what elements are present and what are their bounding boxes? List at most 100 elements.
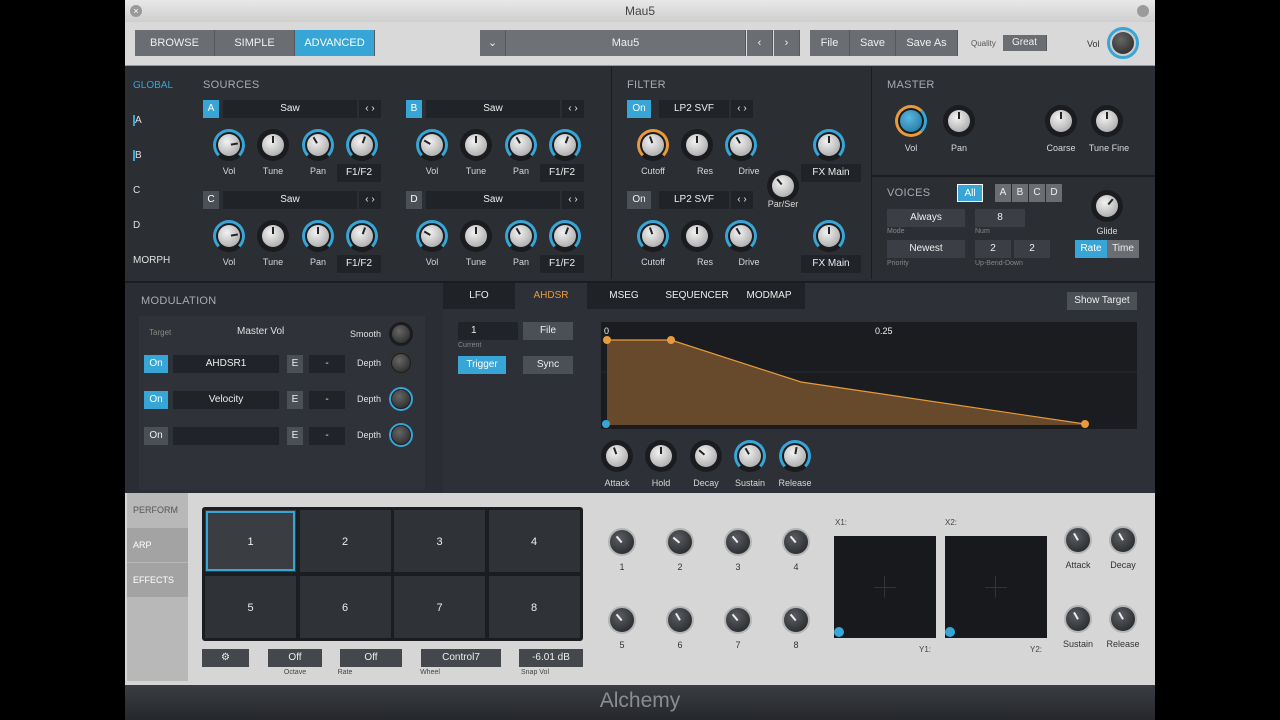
filter-knob[interactable]: [681, 220, 713, 252]
close-icon[interactable]: ×: [130, 5, 142, 17]
filter-on-button[interactable]: On: [627, 191, 651, 209]
coarse-knob[interactable]: [1045, 105, 1077, 137]
mod-depth-knob[interactable]: [389, 387, 413, 411]
current-select[interactable]: 1: [458, 322, 518, 340]
source-knob[interactable]: [257, 129, 289, 161]
source-knob[interactable]: [302, 220, 334, 252]
mode-select[interactable]: Always: [887, 209, 965, 227]
source-knob[interactable]: [460, 220, 492, 252]
source-wave-select[interactable]: Saw: [223, 191, 357, 209]
macro-knob-3[interactable]: [724, 528, 752, 556]
filter-route-select[interactable]: F1/F2: [540, 255, 584, 273]
voices-b-button[interactable]: B: [1012, 184, 1028, 202]
target-value[interactable]: Master Vol: [237, 326, 284, 337]
save-as-button[interactable]: Save As: [896, 30, 958, 56]
filter-route-select[interactable]: F1/F2: [337, 255, 381, 273]
num-select[interactable]: 8: [975, 209, 1025, 227]
source-knob[interactable]: [346, 220, 378, 252]
show-target-button[interactable]: Show Target: [1067, 292, 1137, 310]
sidebar-item-morph[interactable]: MORPH: [133, 255, 170, 266]
source-c-toggle[interactable]: C: [203, 191, 219, 209]
wheel-select[interactable]: Control7: [421, 649, 501, 667]
tab-perform[interactable]: PERFORM: [133, 505, 178, 515]
par-ser-knob[interactable]: [767, 170, 799, 202]
pad-settings-button[interactable]: ⚙: [202, 649, 249, 667]
mod-source-select[interactable]: [173, 427, 279, 445]
macro-knob-6[interactable]: [666, 606, 694, 634]
pad-8[interactable]: 8: [487, 575, 581, 639]
pad-6[interactable]: 6: [298, 575, 392, 639]
source-wave-arrows[interactable]: ‹ ›: [562, 100, 584, 118]
env-knob-hold[interactable]: [645, 440, 677, 472]
sidebar-item-d[interactable]: D: [133, 220, 140, 231]
env-knob-decay[interactable]: [690, 440, 722, 472]
mod-source-select[interactable]: AHDSR1: [173, 355, 279, 373]
xy-point-2[interactable]: [945, 627, 955, 637]
source-knob[interactable]: [213, 220, 245, 252]
filter-route-select[interactable]: F1/F2: [337, 164, 381, 182]
source-wave-select[interactable]: Saw: [426, 100, 560, 118]
macro-knob-4[interactable]: [782, 528, 810, 556]
fx-send-knob[interactable]: [813, 129, 845, 161]
voices-d-button[interactable]: D: [1046, 184, 1062, 202]
source-wave-arrows[interactable]: ‹ ›: [359, 191, 381, 209]
save-button[interactable]: Save: [850, 30, 896, 56]
preset-menu-button[interactable]: ⌄: [480, 30, 506, 56]
filter-type-select[interactable]: LP2 SVF: [659, 100, 729, 118]
tab-effects[interactable]: EFFECTS: [127, 563, 188, 597]
xy-env-knob[interactable]: [1064, 605, 1092, 633]
pad-4[interactable]: 4: [487, 509, 581, 573]
xy-env-knob[interactable]: [1109, 605, 1137, 633]
browse-button[interactable]: BROWSE: [135, 30, 215, 56]
pad-2[interactable]: 2: [298, 509, 392, 573]
mod-on-button[interactable]: On: [144, 391, 168, 409]
source-wave-select[interactable]: Saw: [223, 100, 357, 118]
source-knob[interactable]: [213, 129, 245, 161]
sidebar-item-global[interactable]: GLOBAL: [133, 80, 173, 91]
filter-knob[interactable]: [725, 129, 757, 161]
mod-e-button[interactable]: E: [287, 355, 303, 373]
rate-select[interactable]: Off: [340, 649, 402, 667]
sync-button[interactable]: Sync: [523, 356, 573, 374]
smooth-knob[interactable]: [389, 322, 413, 346]
filter-knob[interactable]: [637, 129, 669, 161]
tab-mseg[interactable]: MSEG: [587, 283, 661, 309]
bend-up-select[interactable]: 2: [975, 240, 1011, 258]
filter-knob[interactable]: [637, 220, 669, 252]
tab-ahdsr[interactable]: AHDSR: [515, 283, 587, 309]
xy-env-knob[interactable]: [1109, 526, 1137, 554]
xy-pad-2[interactable]: [945, 536, 1047, 638]
filter-type-arrows[interactable]: ‹ ›: [731, 191, 753, 209]
source-a-toggle[interactable]: A: [203, 100, 219, 118]
env-knob-sustain[interactable]: [734, 440, 766, 472]
env-knob-release[interactable]: [779, 440, 811, 472]
file-button[interactable]: File: [810, 30, 850, 56]
macro-knob-8[interactable]: [782, 606, 810, 634]
preset-name[interactable]: Mau5: [506, 30, 746, 56]
mod-depth-knob[interactable]: [389, 423, 413, 447]
tab-modmap[interactable]: MODMAP: [733, 283, 805, 309]
filter-knob[interactable]: [725, 220, 757, 252]
filter-type-select[interactable]: LP2 SVF: [659, 191, 729, 209]
mod-source-select[interactable]: Velocity: [173, 391, 279, 409]
simple-button[interactable]: SIMPLE: [215, 30, 295, 56]
voices-all-button[interactable]: All: [957, 184, 983, 202]
env-knob-attack[interactable]: [601, 440, 633, 472]
macro-knob-5[interactable]: [608, 606, 636, 634]
tab-arp[interactable]: ARP: [127, 528, 188, 562]
source-knob[interactable]: [460, 129, 492, 161]
pad-5[interactable]: 5: [204, 575, 297, 639]
master-pan-knob[interactable]: [943, 105, 975, 137]
mod-on-button[interactable]: On: [144, 355, 168, 373]
xy-env-knob[interactable]: [1064, 526, 1092, 554]
macro-knob-7[interactable]: [724, 606, 752, 634]
pad-3[interactable]: 3: [393, 509, 486, 573]
prev-preset-button[interactable]: ‹: [747, 30, 773, 56]
source-knob[interactable]: [549, 220, 581, 252]
mod-depth-knob[interactable]: [389, 351, 413, 375]
priority-select[interactable]: Newest: [887, 240, 965, 258]
source-knob[interactable]: [346, 129, 378, 161]
source-knob[interactable]: [549, 129, 581, 161]
envelope-graph[interactable]: 0 0.25: [601, 322, 1137, 429]
tune-fine-knob[interactable]: [1091, 105, 1123, 137]
